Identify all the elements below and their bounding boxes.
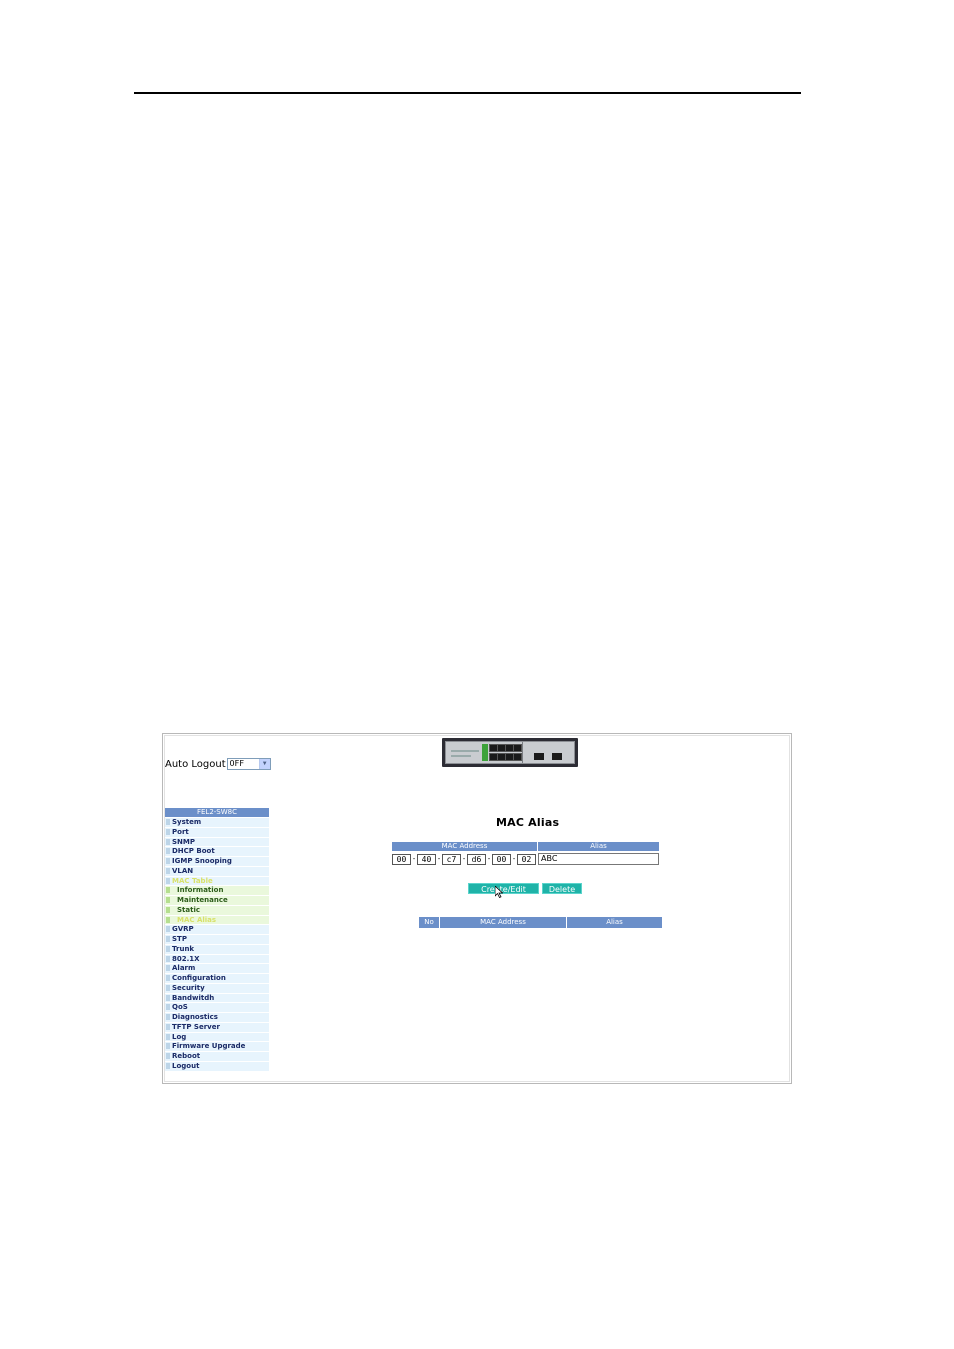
mac-address-header: MAC Address xyxy=(392,842,538,851)
sidebar-menu-items: System Port SNMP DHCP Boot IGMP Snooping VLAN… xyxy=(165,818,269,1072)
switch-front-panel-image xyxy=(442,738,578,767)
auto-logout-control: Auto Logout OFF ▼ xyxy=(165,758,271,770)
list-col-no: No xyxy=(419,917,440,928)
sidebar-item-mac-table[interactable]: MAC Table xyxy=(165,876,269,887)
sidebar-item-firmware-upgrade[interactable]: Firmware Upgrade xyxy=(165,1042,269,1052)
auto-logout-value: OFF xyxy=(229,759,245,768)
sidebar-menu: FEL2-SW8C System Port SNMP DHCP Boot IGMP Sn… xyxy=(165,808,269,1072)
auto-logout-select[interactable]: OFF ▼ xyxy=(226,758,271,770)
alias-header: Alias xyxy=(538,842,660,851)
switch-divider xyxy=(522,742,523,763)
mac-octet-3-input[interactable]: c7 xyxy=(442,853,461,865)
switch-uplink-port-1 xyxy=(534,753,544,760)
switch-port-4 xyxy=(513,744,522,752)
sidebar-item-stp[interactable]: STP xyxy=(165,935,269,945)
sidebar-item-802-1x[interactable]: 802.1X xyxy=(165,954,269,965)
sidebar-item-bandwitdh[interactable]: Bandwitdh xyxy=(165,993,269,1004)
sidebar-item-mac-alias[interactable]: MAC Alias xyxy=(165,915,269,926)
switch-port-8 xyxy=(513,753,522,761)
delete-button[interactable]: Delete xyxy=(542,883,582,894)
switch-label-strip xyxy=(451,750,479,752)
alias-input[interactable]: ABC xyxy=(538,853,659,865)
mac-octet-2-input[interactable]: 40 xyxy=(417,853,436,865)
switch-led-strip xyxy=(482,744,488,761)
sidebar-item-reboot[interactable]: Reboot xyxy=(165,1052,269,1062)
mac-octet-1-input[interactable]: 00 xyxy=(392,853,411,865)
sidebar-item-static[interactable]: Static xyxy=(165,905,269,916)
sidebar-item-gvrp[interactable]: GVRP xyxy=(165,925,269,935)
sidebar-item-alarm[interactable]: Alarm xyxy=(165,964,269,974)
sidebar-item-diagnostics[interactable]: Diagnostics xyxy=(165,1013,269,1023)
create-edit-button[interactable]: Create/Edit xyxy=(468,883,539,894)
sidebar-item-log[interactable]: Log xyxy=(165,1032,269,1043)
sidebar-item-configuration[interactable]: Configuration xyxy=(165,974,269,984)
form-header-row: MAC Address Alias xyxy=(392,842,660,851)
sidebar-item-system[interactable]: System xyxy=(165,818,269,828)
chevron-down-icon[interactable]: ▼ xyxy=(258,759,270,769)
sidebar-item-security[interactable]: Security xyxy=(165,983,269,994)
page-title: MAC Alias xyxy=(496,816,560,829)
sidebar-device-name: FEL2-SW8C xyxy=(165,808,269,818)
document-top-rule xyxy=(134,92,801,94)
switch-uplink-port-2 xyxy=(552,753,562,760)
sidebar-item-igmp-snooping[interactable]: IGMP Snooping xyxy=(165,857,269,867)
switch-face xyxy=(445,741,575,764)
sidebar-item-dhcp-boot[interactable]: DHCP Boot xyxy=(165,847,269,857)
mac-octet-6-input[interactable]: 02 xyxy=(517,853,536,865)
mac-octet-4-input[interactable]: d6 xyxy=(467,853,486,865)
mac-octet-5-input[interactable]: 00 xyxy=(492,853,511,865)
sidebar-item-tftp-server[interactable]: TFTP Server xyxy=(165,1022,269,1033)
mac-alias-list-header: No MAC Address Alias xyxy=(419,917,663,928)
mouse-pointer-icon xyxy=(495,886,503,898)
sidebar-item-information[interactable]: Information xyxy=(165,886,269,896)
sidebar-item-port[interactable]: Port xyxy=(165,827,269,838)
mac-alias-form: MAC Address Alias 00 - 40 - c7 - d6 - 00… xyxy=(392,842,660,866)
form-input-row: 00 - 40 - c7 - d6 - 00 - 02 ABC xyxy=(392,852,660,866)
sidebar-item-logout[interactable]: Logout xyxy=(165,1061,269,1072)
sidebar-item-maintenance[interactable]: Maintenance xyxy=(165,896,269,906)
sidebar-item-snmp[interactable]: SNMP xyxy=(165,837,269,848)
sidebar-item-vlan[interactable]: VLAN xyxy=(165,866,269,877)
list-col-alias: Alias xyxy=(567,917,663,928)
sidebar-item-trunk[interactable]: Trunk xyxy=(165,944,269,955)
auto-logout-label: Auto Logout xyxy=(165,758,226,770)
sidebar-item-qos[interactable]: QoS xyxy=(165,1003,269,1013)
browser-screenshot-frame: Auto Logout OFF ▼ FEL2-SW8C System Port SN… xyxy=(162,733,792,1084)
switch-label-strip-2 xyxy=(451,755,471,757)
list-col-mac-address: MAC Address xyxy=(440,917,567,928)
